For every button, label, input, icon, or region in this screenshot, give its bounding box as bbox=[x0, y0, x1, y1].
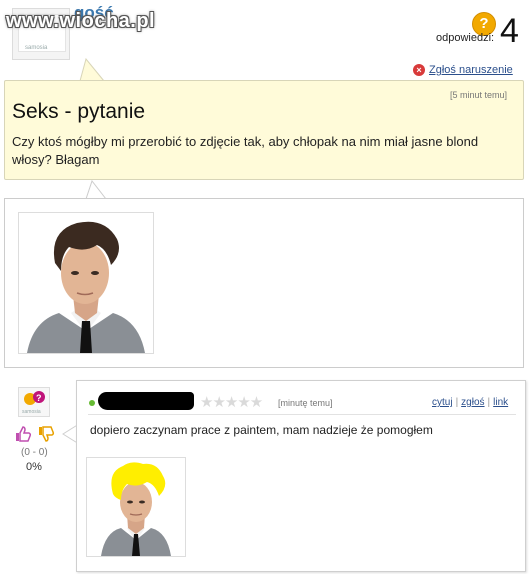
answer-photo[interactable] bbox=[86, 457, 186, 557]
divider bbox=[88, 414, 516, 415]
answers-count: 4 bbox=[500, 12, 519, 50]
watermark: www.wiocha.pl bbox=[6, 10, 156, 32]
avatar-brand: samosia bbox=[25, 45, 48, 51]
vote-percent: 0% bbox=[26, 461, 42, 473]
answer-actions: cytuj | zgłoś | link bbox=[432, 397, 509, 408]
svg-text:?: ? bbox=[36, 393, 42, 403]
thumbs-up-icon[interactable] bbox=[14, 425, 32, 443]
vote-count: (0 - 0) bbox=[21, 447, 48, 458]
question-time: [5 minut temu] bbox=[450, 90, 508, 100]
permalink-link[interactable]: link bbox=[493, 397, 508, 408]
report-label: Zgłoś naruszenie bbox=[429, 64, 513, 76]
portrait-image bbox=[19, 213, 153, 353]
answer-avatar-icon: ? samosia bbox=[18, 387, 50, 417]
report-violation-link[interactable]: × Zgłoś naruszenie bbox=[413, 64, 513, 76]
thumbs-down-icon[interactable] bbox=[37, 425, 55, 443]
report-link[interactable]: zgłoś bbox=[461, 397, 484, 408]
question-photo[interactable] bbox=[18, 212, 154, 354]
quote-link[interactable]: cytuj bbox=[432, 397, 453, 408]
answer-user-avatar[interactable]: ? samosia bbox=[18, 387, 50, 417]
answers-label: odpowiedzi: bbox=[436, 32, 495, 44]
answer-time: [minutę temu] bbox=[278, 398, 333, 408]
question-body: Czy ktoś mógłby mi przerobić to zdjęcie … bbox=[12, 134, 479, 167]
edited-portrait-image bbox=[87, 458, 185, 556]
answer-text: dopiero zaczynam prace z paintem, mam na… bbox=[90, 423, 433, 437]
speech-bubble-tail bbox=[79, 58, 105, 82]
redacted-username bbox=[98, 392, 194, 410]
svg-text:samosia: samosia bbox=[22, 409, 41, 415]
rating-stars[interactable]: ★★★★★ bbox=[200, 393, 263, 411]
question-title: Seks - pytanie bbox=[12, 100, 146, 123]
image-bubble-tail bbox=[85, 180, 107, 200]
online-status-dot bbox=[89, 400, 95, 406]
close-icon: × bbox=[413, 64, 425, 76]
